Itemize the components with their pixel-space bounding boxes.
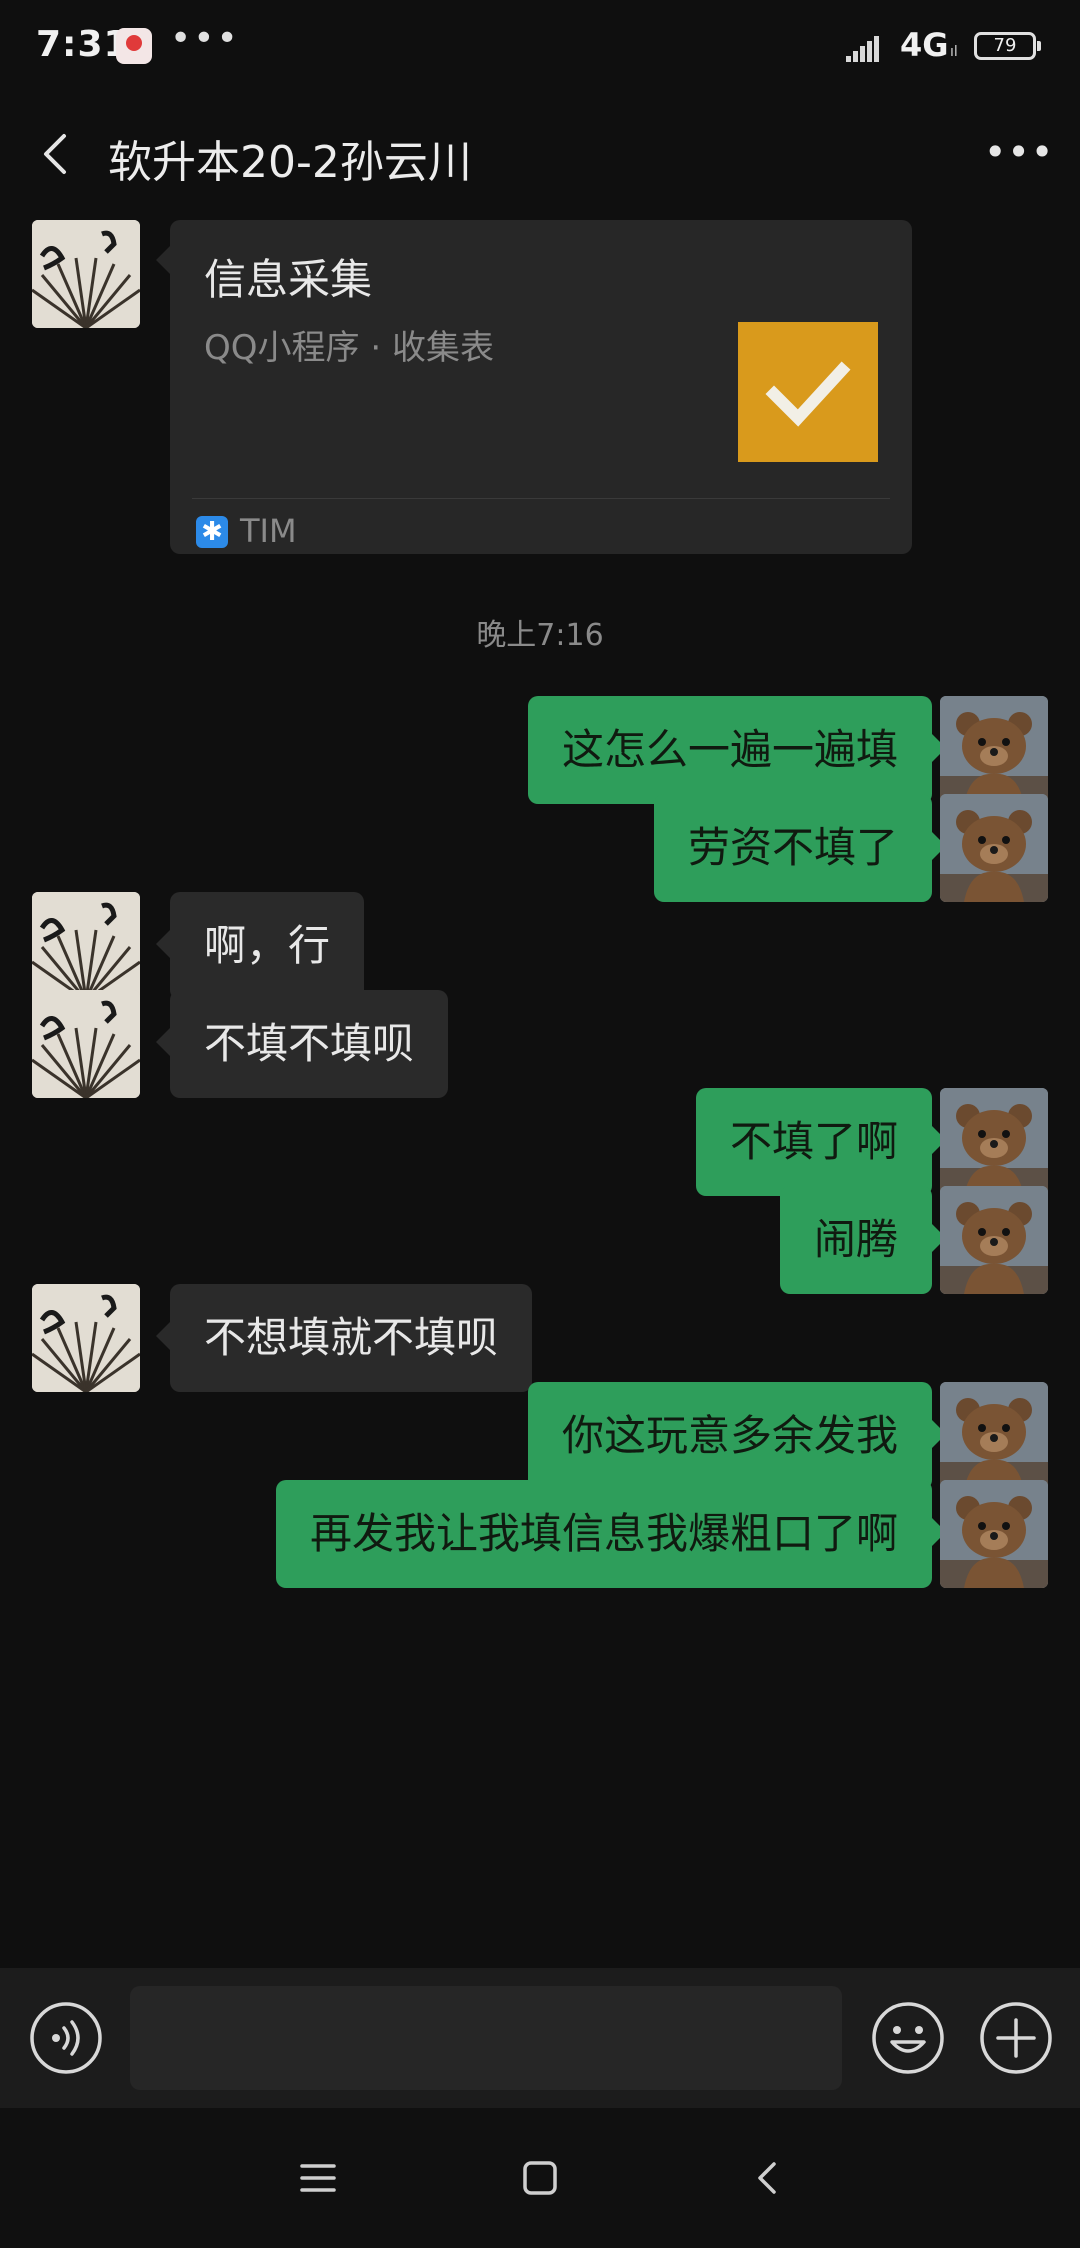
input-bar	[0, 1968, 1080, 2108]
incoming-message[interactable]: 不填不填呗	[155, 990, 449, 1098]
outgoing-message[interactable]: 你这玩意多余发我	[527, 1382, 947, 1490]
more-options-button[interactable]: •••	[984, 130, 1053, 180]
outgoing-message[interactable]: 不填了啊	[695, 1088, 947, 1196]
card-subtitle: QQ小程序 · 收集表	[204, 328, 494, 368]
bear-avatar-image	[940, 1186, 1048, 1294]
outgoing-message[interactable]: 劳资不填了	[653, 794, 947, 902]
chevron-left-icon	[44, 134, 66, 174]
chat-header: 软升本20-2孙云川 •••	[0, 100, 1080, 210]
fan-avatar-image	[32, 990, 140, 1098]
more-functions-button[interactable]	[978, 2000, 1054, 2076]
outgoing-message[interactable]: 这怎么一遍一遍填	[527, 696, 947, 804]
recent-apps-button[interactable]	[288, 2148, 348, 2208]
user-avatar[interactable]	[940, 1186, 1048, 1294]
tim-logo-icon: ✱	[196, 516, 228, 548]
system-back-button[interactable]	[738, 2148, 798, 2208]
status-more-notifications-icon: •••	[170, 18, 240, 59]
user-avatar[interactable]	[940, 1480, 1048, 1588]
contact-avatar[interactable]	[32, 220, 140, 328]
system-navigation-bar	[0, 2108, 1080, 2248]
square-home-icon	[523, 2161, 557, 2195]
chat-title: 软升本20-2孙云川	[108, 137, 472, 188]
contact-avatar[interactable]	[32, 1284, 140, 1392]
user-avatar[interactable]	[940, 1088, 1048, 1196]
card-divider	[192, 498, 890, 499]
message-input[interactable]	[130, 1986, 842, 2090]
card-thumbnail	[738, 322, 878, 462]
voice-icon	[30, 2002, 102, 2074]
chat-screen: 7:31 ••• 4G ıl 79 软升本20-2孙云川 ••• 信息采集 QQ…	[0, 0, 1080, 2248]
incoming-message[interactable]: 啊，行	[155, 892, 365, 1000]
bear-avatar-image	[940, 794, 1048, 902]
battery-icon: 79	[974, 32, 1041, 60]
emoji-button[interactable]	[870, 2000, 946, 2076]
contact-avatar[interactable]	[32, 990, 140, 1098]
back-button[interactable]	[28, 124, 88, 184]
contact-avatar[interactable]	[32, 892, 140, 1000]
user-avatar[interactable]	[940, 1382, 1048, 1490]
outgoing-message[interactable]: 闹腾	[779, 1186, 947, 1294]
signal-strength-icon	[846, 34, 886, 62]
mini-program-card[interactable]: 信息采集 QQ小程序 · 收集表 ✱ TIM	[156, 220, 912, 554]
card-source-label: TIM	[240, 512, 297, 550]
bear-avatar-image	[940, 1088, 1048, 1196]
plus-icon	[980, 2002, 1052, 2074]
fan-avatar-image	[32, 892, 140, 1000]
data-activity-icon: ıl	[950, 44, 958, 60]
status-bar: 7:31 ••• 4G ıl 79	[0, 0, 1080, 100]
network-type: 4G	[900, 26, 949, 64]
bear-avatar-image	[940, 1382, 1048, 1490]
fan-avatar-image	[32, 1284, 140, 1392]
checkmark-icon	[765, 361, 851, 427]
message-list[interactable]: 信息采集 QQ小程序 · 收集表 ✱ TIM 晚上7:16 这怎么一遍一遍填 劳…	[0, 210, 1080, 1970]
fan-avatar-image	[32, 220, 140, 328]
incoming-message[interactable]: 不想填就不填呗	[155, 1284, 533, 1392]
user-avatar[interactable]	[940, 696, 1048, 804]
outgoing-message[interactable]: 再发我让我填信息我爆粗口了啊	[275, 1480, 947, 1588]
card-title: 信息采集	[204, 255, 373, 304]
chevron-left-icon	[758, 2162, 776, 2194]
menu-icon	[300, 2164, 336, 2192]
bear-avatar-image	[940, 1480, 1048, 1588]
user-avatar[interactable]	[940, 794, 1048, 902]
message-timestamp: 晚上7:16	[476, 618, 604, 653]
home-button[interactable]	[510, 2148, 570, 2208]
bear-avatar-image	[940, 696, 1048, 804]
voice-input-button[interactable]	[28, 2000, 104, 2076]
emoji-icon	[872, 2002, 944, 2074]
notification-app-icon	[116, 28, 152, 64]
